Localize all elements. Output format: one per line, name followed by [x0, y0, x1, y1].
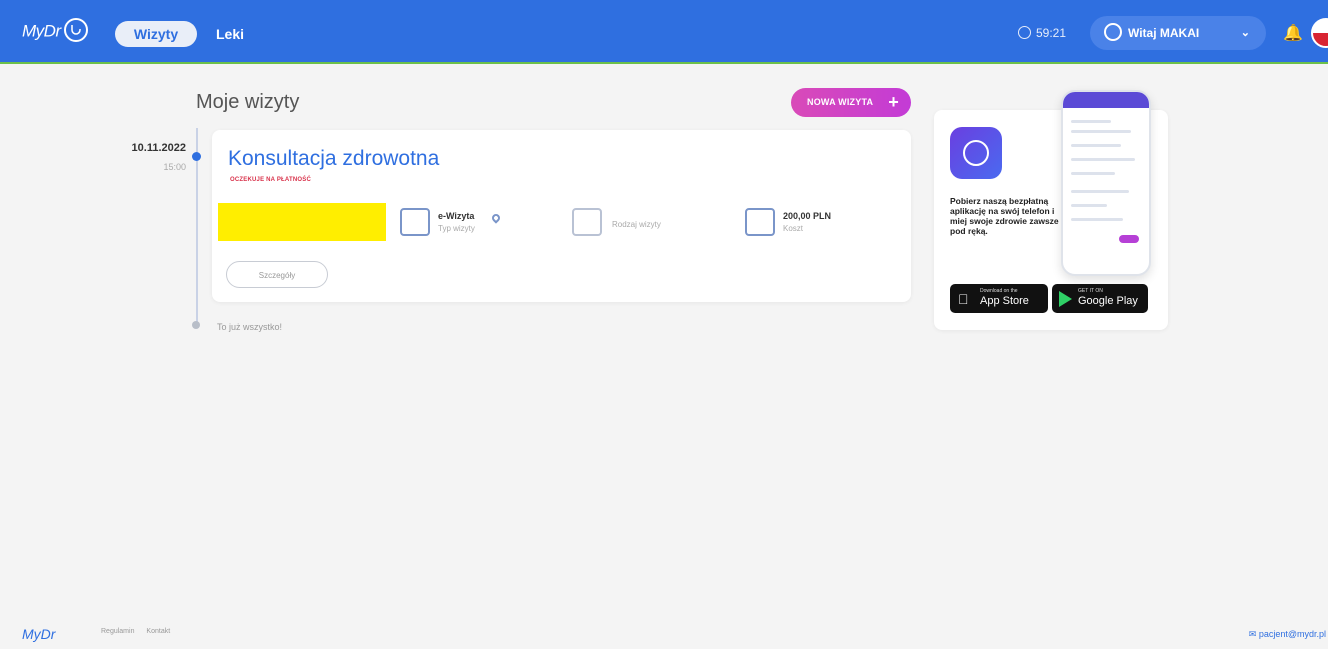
user-avatar-icon [1104, 22, 1122, 41]
phone-mockup-line [1071, 130, 1131, 133]
details-button[interactable]: Szczegóły [226, 261, 328, 288]
stethoscope-heart-icon [63, 18, 88, 42]
visit-title[interactable]: Konsultacja zdrowotna [228, 147, 439, 171]
phone-mockup-line [1071, 144, 1121, 147]
phone-mockup-line [1071, 158, 1135, 161]
session-time: 59:21 [1036, 26, 1067, 40]
app-store-label: App Store [980, 295, 1029, 307]
phone-mockup-header [1063, 92, 1149, 108]
footer-email: pacjent@mydr.pl [1258, 629, 1326, 639]
footer-links: Regulamin Kontakt [101, 628, 180, 635]
timeline-end-text: To już wszystko! [217, 322, 283, 332]
polish-flag-language-icon[interactable] [1311, 18, 1328, 48]
session-timer: 59:21 [1018, 26, 1066, 40]
plus-icon: + [888, 92, 899, 112]
clock-icon [1018, 26, 1031, 40]
visit-kind-label: Rodzaj wizyty [612, 220, 661, 229]
app-store-small-text: Download on the [980, 288, 1018, 294]
tab-visits[interactable]: Wizyty [115, 21, 197, 47]
google-play-small-text: GET IT ON [1078, 288, 1103, 294]
phone-mockup-line [1071, 172, 1115, 175]
footer-email-link[interactable]: ✉ pacjent@mydr.pl [1249, 629, 1326, 640]
computer-screen-icon [400, 208, 430, 236]
cost-value: 200,00 PLN [783, 211, 832, 221]
visit-type-value: e-Wizyta [438, 211, 475, 221]
google-play-label: Google Play [1078, 295, 1138, 307]
phone-mockup-line [1071, 218, 1123, 221]
phone-mockup-line [1071, 190, 1129, 193]
visit-time: 15:00 [163, 162, 186, 172]
phone-mockup-button [1119, 235, 1139, 243]
visit-card: Konsultacja zdrowotna OCZEKUJE NA PŁATNO… [212, 130, 911, 302]
chevron-down-icon: ⌄ [1240, 27, 1250, 39]
footer-link-terms[interactable]: Regulamin [101, 628, 134, 635]
google-play-icon [1059, 291, 1072, 307]
payment-status-badge: OCZEKUJE NA PŁATNOŚĆ [230, 177, 312, 183]
timeline-end-dot [192, 321, 200, 329]
user-greeting: Witaj MAKAI [1128, 26, 1200, 40]
footer-logo[interactable]: MyDr [22, 626, 55, 642]
footer-link-contact[interactable]: Kontakt [146, 628, 170, 635]
new-visit-button[interactable]: NOWA WIZYTA + [791, 88, 911, 117]
location-pin-icon [490, 212, 502, 224]
redacted-doctor-info [218, 203, 386, 241]
google-play-button[interactable]: GET IT ON Google Play [1052, 284, 1148, 313]
tab-medicines[interactable]: Leki [216, 26, 244, 42]
wallet-icon [745, 208, 775, 236]
mail-icon: ✉ [1248, 629, 1259, 639]
phone-mockup-line [1071, 204, 1107, 207]
cost-label: Koszt [783, 224, 804, 233]
app-store-button[interactable]:  Download on the App Store [950, 284, 1048, 313]
page-title: Moje wizyty [196, 91, 300, 113]
phone-mockup-line [1071, 120, 1111, 123]
top-navigation-bar: MyDr Wizyty Leki 59:21 Witaj MAKAI ⌄ 🔔 [0, 0, 1328, 64]
new-visit-label: NOWA WIZYTA [807, 97, 874, 107]
timeline-dot [192, 152, 201, 161]
visit-type-label: Typ wizyty [438, 224, 475, 233]
mydr-logo[interactable]: MyDr [22, 18, 88, 44]
logo-text: MyDr [22, 21, 61, 41]
mydr-app-icon [950, 127, 1002, 179]
user-menu-button[interactable]: Witaj MAKAI ⌄ [1090, 16, 1266, 50]
mobile-app-promo: Pobierz naszą bezpłatną aplikację na swó… [934, 90, 1168, 330]
apple-icon:  [958, 291, 969, 307]
visit-date: 10.11.2022 [131, 142, 186, 154]
promo-text: Pobierz naszą bezpłatną aplikację na swó… [950, 196, 1059, 236]
phone-mockup-image [1061, 90, 1151, 276]
notifications-bell-icon[interactable]: 🔔 [1283, 23, 1303, 43]
medical-kit-icon [572, 208, 602, 236]
